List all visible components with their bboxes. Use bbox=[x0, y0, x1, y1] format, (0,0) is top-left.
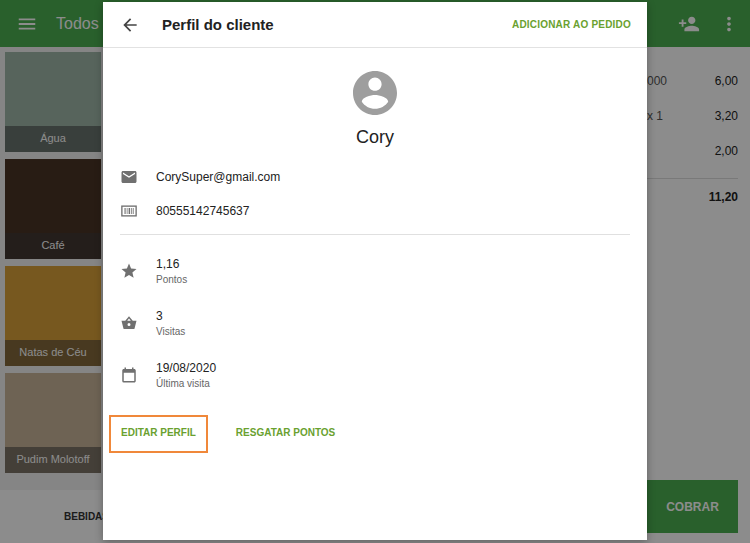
profile-summary: Cory bbox=[103, 48, 647, 148]
stat-row: 3 Visitas bbox=[120, 297, 630, 349]
customer-name: Cory bbox=[356, 127, 394, 148]
pos-screen: Todos ÁguaCaféNatas de CéuPudim Molotoff… bbox=[0, 0, 750, 543]
stat-row: 1,16 Pontos bbox=[120, 245, 630, 297]
customer-profile-panel: Perfil do cliente ADICIONAR AO PEDIDO Co… bbox=[103, 2, 647, 540]
profile-action-button[interactable]: EDITAR PERFIL bbox=[109, 415, 208, 453]
divider bbox=[120, 234, 630, 235]
contact-list: CorySuper@gmail.com 80555142745637 bbox=[103, 148, 647, 234]
contact-row: CorySuper@gmail.com bbox=[120, 160, 630, 194]
star-icon bbox=[120, 262, 138, 280]
contact-row: 80555142745637 bbox=[120, 194, 630, 228]
stat-text: 19/08/2020 Última visita bbox=[156, 361, 216, 389]
stats-list: 1,16 Pontos 3 Visitas 19/08/2020 Última … bbox=[103, 235, 647, 401]
calendar-icon bbox=[120, 366, 138, 384]
add-to-order-button[interactable]: ADICIONAR AO PEDIDO bbox=[512, 19, 631, 30]
avatar-icon bbox=[353, 71, 397, 115]
stat-label: Visitas bbox=[156, 326, 185, 337]
stat-text: 3 Visitas bbox=[156, 309, 185, 337]
back-arrow-icon[interactable] bbox=[120, 15, 140, 35]
stat-value: 1,16 bbox=[156, 257, 187, 271]
stat-value: 3 bbox=[156, 309, 185, 323]
contact-value: 80555142745637 bbox=[156, 204, 249, 218]
basket-icon bbox=[120, 314, 138, 332]
panel-title: Perfil do cliente bbox=[162, 16, 274, 33]
stat-text: 1,16 Pontos bbox=[156, 257, 187, 285]
panel-header: Perfil do cliente ADICIONAR AO PEDIDO bbox=[103, 2, 647, 48]
barcode-icon bbox=[120, 202, 138, 220]
stat-value: 19/08/2020 bbox=[156, 361, 216, 375]
stat-label: Última visita bbox=[156, 378, 216, 389]
stat-row: 19/08/2020 Última visita bbox=[120, 349, 630, 401]
stat-label: Pontos bbox=[156, 274, 187, 285]
email-icon bbox=[120, 168, 138, 186]
contact-value: CorySuper@gmail.com bbox=[156, 170, 280, 184]
profile-actions: EDITAR PERFIL RESGATAR PONTOS bbox=[103, 401, 647, 453]
profile-action-button[interactable]: RESGATAR PONTOS bbox=[224, 415, 347, 453]
